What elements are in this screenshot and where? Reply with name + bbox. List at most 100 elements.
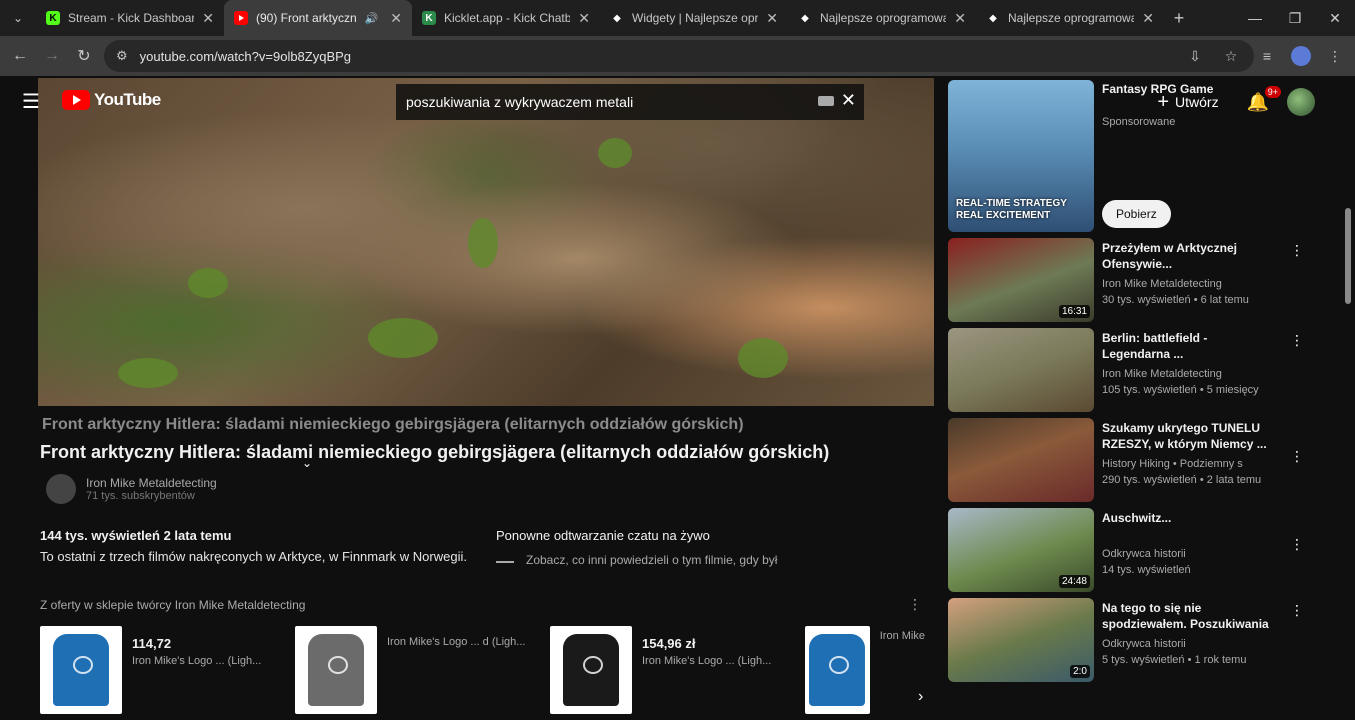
- media-controls-icon[interactable]: ≡: [1255, 44, 1279, 68]
- download-button[interactable]: Pobierz: [1102, 200, 1171, 228]
- rec-stats: 290 tys. wyświetleń • 2 lata temu: [1102, 474, 1262, 486]
- keyboard-icon[interactable]: [818, 96, 834, 106]
- close-tab-icon[interactable]: ✕: [578, 10, 590, 27]
- tab-3[interactable]: ◆ Widgety | Najlepsze oprog ✕: [600, 0, 788, 36]
- description-text: To ostatni z trzech filmów nakręconych w…: [40, 549, 467, 564]
- rec-channel[interactable]: Iron Mike Metaldetecting: [1102, 368, 1222, 380]
- recommended-video[interactable]: Berlin: battlefield - Legendarna ... Iro…: [946, 328, 1304, 416]
- rec-stats: 105 tys. wyświetleń • 5 miesięcy: [1102, 384, 1259, 396]
- video-player[interactable]: [38, 78, 934, 406]
- clear-search-icon[interactable]: ✕: [841, 90, 856, 111]
- speaker-icon[interactable]: 🔊: [365, 12, 379, 25]
- search-input[interactable]: poszukiwania z wykrywaczem metali ✕: [396, 84, 864, 120]
- merch-item[interactable]: Iron Mike's Logo ... d (Ligh...: [295, 626, 538, 718]
- recommended-video[interactable]: 16:31 Przeżyłem w Arktycznej Ofensywie..…: [946, 238, 1304, 326]
- install-app-icon[interactable]: ⇩: [1183, 44, 1207, 68]
- forward-arrow-icon[interactable]: →: [36, 40, 68, 72]
- restore-icon[interactable]: ❐: [1275, 0, 1315, 36]
- close-tab-icon[interactable]: ✕: [954, 10, 966, 27]
- minimize-icon[interactable]: —: [1235, 0, 1275, 36]
- youtube-logo[interactable]: YouTube: [62, 90, 161, 110]
- recommended-video[interactable]: Szukamy ukrytego TUNELU RZESZY, w którym…: [946, 418, 1304, 506]
- page-scrollbar[interactable]: [1345, 208, 1351, 304]
- new-tab-button[interactable]: +: [1164, 8, 1194, 29]
- video-thumbnail[interactable]: 2:0: [948, 598, 1094, 682]
- ad-thumbnail[interactable]: REAL-TIME STRATEGY REAL EXCITEMENT: [948, 80, 1094, 232]
- tab-0[interactable]: K Stream - Kick Dashboard ✕: [36, 0, 224, 36]
- tab-1-active[interactable]: (90) Front arktyczny Hi 🔊 ✕: [224, 0, 412, 36]
- reload-icon[interactable]: ↻: [68, 40, 100, 72]
- merch-image: [550, 626, 632, 714]
- widget-favicon-icon: ◆: [801, 12, 809, 24]
- rec-channel[interactable]: Odkrywca historii: [1102, 638, 1186, 650]
- site-settings-icon[interactable]: ⚙: [116, 48, 128, 64]
- merch-name: Iron Mike's Logo ... (Ligh...: [132, 655, 262, 667]
- more-options-icon[interactable]: ⋮: [1290, 332, 1304, 349]
- rec-channel[interactable]: History Hiking • Podziemny s: [1102, 458, 1243, 470]
- rec-title[interactable]: Na tego to się nie spodziewałem. Poszuki…: [1102, 600, 1272, 634]
- video-thumbnail[interactable]: [948, 328, 1094, 412]
- hoodie-icon: [809, 634, 866, 706]
- chat-replay-box[interactable]: Ponowne odtwarzanie czatu na żywo Zobacz…: [496, 522, 916, 582]
- window-controls: — ❐ ✕: [1235, 0, 1355, 36]
- merch-image: [40, 626, 122, 714]
- browser-menu-icon[interactable]: ⋮: [1323, 44, 1347, 68]
- merch-image: [805, 626, 870, 714]
- tab-title: (90) Front arktyczny Hi: [256, 11, 357, 25]
- video-thumbnail[interactable]: 16:31: [948, 238, 1094, 322]
- channel-row: Iron Mike Metaldetecting 71 tys. subskry…: [46, 474, 217, 504]
- bookmark-star-icon[interactable]: ☆: [1219, 44, 1243, 68]
- merch-item[interactable]: 114,72 Iron Mike's Logo ... (Ligh...: [40, 626, 283, 718]
- ad-title[interactable]: Fantasy RPG Game: [1102, 82, 1213, 96]
- more-options-icon[interactable]: ⋮: [908, 596, 922, 613]
- rec-channel[interactable]: Odkrywca historii: [1102, 548, 1186, 560]
- rec-stats: 5 tys. wyświetleń • 1 rok temu: [1102, 654, 1247, 666]
- foliage-shape: [188, 268, 228, 298]
- sponsored-card[interactable]: REAL-TIME STRATEGY REAL EXCITEMENT Fanta…: [946, 78, 1296, 236]
- youtube-play-icon: [62, 90, 90, 110]
- guide-menu-icon[interactable]: ☰: [22, 92, 42, 112]
- channel-name[interactable]: Iron Mike Metaldetecting: [86, 476, 217, 490]
- tab-4[interactable]: ◆ Najlepsze oprogramowani ✕: [788, 0, 976, 36]
- tshirt-icon: [308, 634, 364, 706]
- more-options-icon[interactable]: ⋮: [1290, 242, 1304, 259]
- close-tab-icon[interactable]: ✕: [1142, 10, 1154, 27]
- youtube-favicon-icon: [234, 11, 248, 25]
- tab-title: Najlepsze oprogramowani: [1008, 11, 1135, 25]
- merch-price: 114,72: [132, 636, 172, 651]
- channel-avatar[interactable]: [46, 474, 76, 504]
- merch-item[interactable]: Iron Mike: [805, 626, 925, 718]
- tab-search-chevron-icon[interactable]: ⌄: [0, 0, 36, 36]
- video-thumbnail[interactable]: [948, 418, 1094, 502]
- more-options-icon[interactable]: ⋮: [1290, 448, 1304, 465]
- sponsored-label: Sponsorowane: [1102, 116, 1176, 128]
- profile-avatar-icon[interactable]: [1291, 46, 1311, 66]
- rec-stats: 30 tys. wyświetleń • 6 lat temu: [1102, 294, 1249, 306]
- rec-channel[interactable]: Iron Mike Metaldetecting: [1102, 278, 1222, 290]
- rec-title[interactable]: Auschwitz...: [1102, 510, 1272, 526]
- close-tab-icon[interactable]: ✕: [766, 10, 778, 27]
- recommended-video[interactable]: 2:0 Na tego to się nie spodziewałem. Pos…: [946, 598, 1304, 686]
- rec-title[interactable]: Szukamy ukrytego TUNELU RZESZY, w którym…: [1102, 420, 1272, 452]
- tab-2[interactable]: K Kicklet.app - Kick Chatbot ✕: [412, 0, 600, 36]
- video-thumbnail[interactable]: 24:48: [948, 508, 1094, 592]
- rec-title[interactable]: Berlin: battlefield - Legendarna ...: [1102, 330, 1272, 362]
- more-options-icon[interactable]: ⋮: [1290, 536, 1304, 553]
- back-arrow-icon[interactable]: ←: [4, 40, 36, 72]
- merch-item[interactable]: 154,96 zł Iron Mike's Logo ... (Ligh...: [550, 626, 793, 718]
- address-toolbar: ← → ↻ ⚙ youtube.com/watch?v=9olb8ZyqBPg …: [0, 36, 1355, 76]
- video-title-ghost: Front arktyczny Hitlera: śladami niemiec…: [42, 416, 744, 433]
- close-tab-icon[interactable]: ✕: [202, 10, 214, 27]
- close-window-icon[interactable]: ✕: [1315, 0, 1355, 36]
- close-tab-icon[interactable]: ✕: [390, 10, 402, 27]
- url-bar[interactable]: ⚙ youtube.com/watch?v=9olb8ZyqBPg: [104, 40, 1254, 72]
- video-title: Front arktyczny Hitlera: śladami niemiec…: [40, 442, 830, 462]
- chevron-down-icon[interactable]: ⌄: [302, 456, 312, 470]
- chevron-right-icon[interactable]: ›: [918, 688, 923, 706]
- rec-title[interactable]: Przeżyłem w Arktycznej Ofensywie...: [1102, 240, 1272, 272]
- more-options-icon[interactable]: ⋮: [1290, 602, 1304, 619]
- youtube-watch-page: ☰ YouTube poszukiwania z wykrywaczem met…: [0, 76, 1355, 720]
- recommended-video[interactable]: 24:48 Auschwitz... Odkrywca historii 14 …: [946, 508, 1304, 596]
- hoodie-icon: [563, 634, 619, 706]
- tab-5[interactable]: ◆ Najlepsze oprogramowani ✕: [976, 0, 1164, 36]
